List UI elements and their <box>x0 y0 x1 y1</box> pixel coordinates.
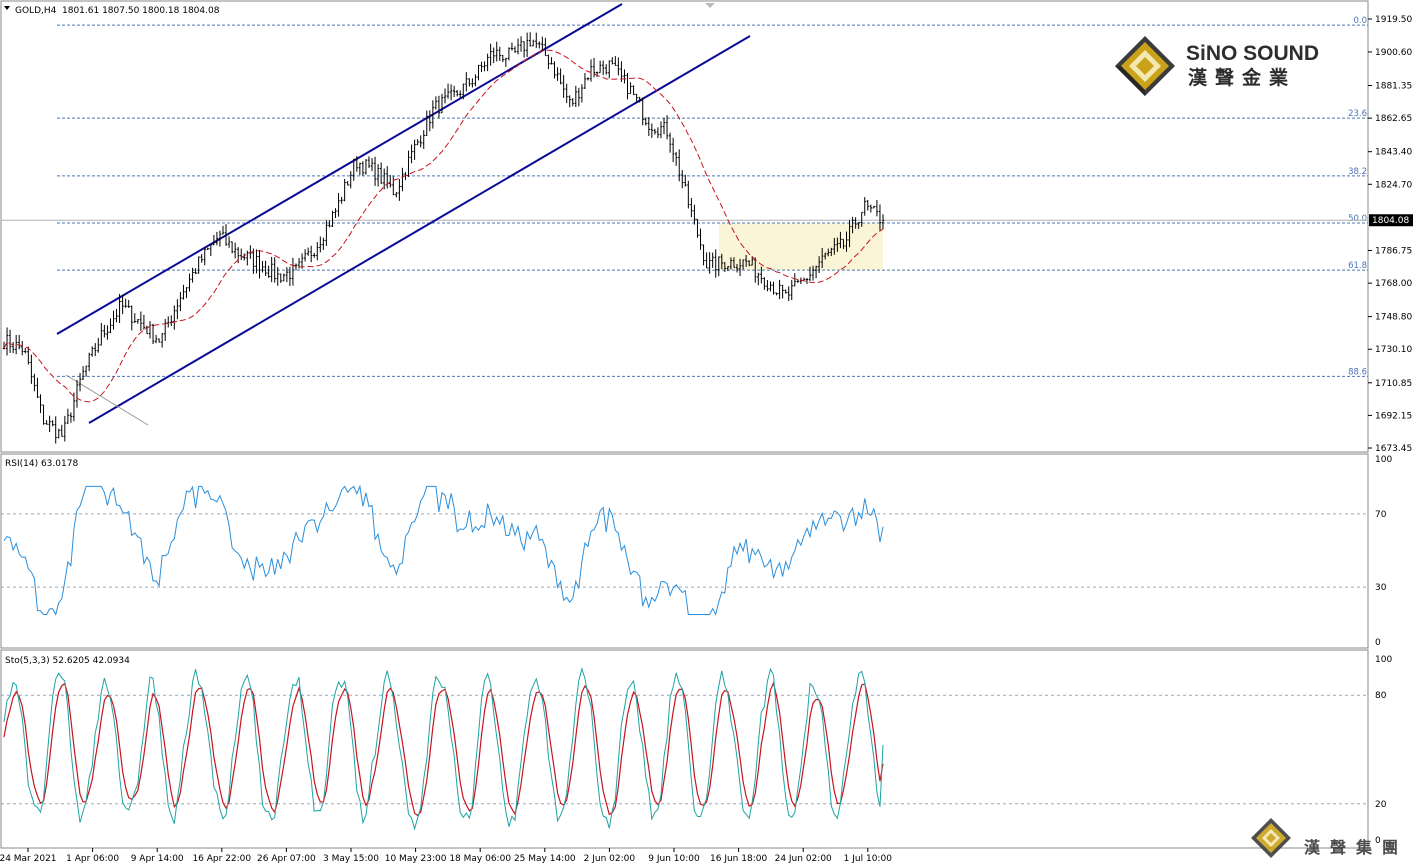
sto-pane-frame <box>0 649 1369 849</box>
time-tick-label: 1 Apr 06:00 <box>66 854 119 864</box>
sto-label: Sto(5,3,3) 52.6205 42.0934 <box>5 656 130 666</box>
channel-upper-line <box>56 3 623 335</box>
sto-levels <box>1 694 1368 805</box>
price-tick-label: 1824.70 <box>1375 180 1412 190</box>
rsi-line <box>3 484 884 616</box>
brand-name-en: SiNO SOUND <box>1186 42 1319 65</box>
fibonacci-levels: 0.0 23.6 38.2 50.0 61.8 88.6 <box>57 16 1368 377</box>
sto-axis: 10080200 <box>1375 655 1392 846</box>
time-tick-label: 2 Jun 02:00 <box>584 854 636 864</box>
brand-name-zh: 漢聲金業 <box>1188 66 1296 89</box>
price-tick-label: 1730.10 <box>1375 345 1412 355</box>
svg-text:1804.08: 1804.08 <box>1372 216 1409 226</box>
time-tick-label: 10 May 23:00 <box>385 854 447 864</box>
time-tick-label: 16 Jun 18:00 <box>710 854 767 864</box>
price-tick-label: 1673.45 <box>1375 444 1412 454</box>
rsi-pane-frame <box>0 453 1369 649</box>
price-tick-label: 1768.00 <box>1375 279 1412 289</box>
time-tick-label: 26 Apr 07:00 <box>257 854 316 864</box>
fib-level-label: 23.6 <box>1348 109 1367 119</box>
rsi-tick-label: 30 <box>1375 583 1387 593</box>
time-tick-label: 16 Apr 22:00 <box>192 854 251 864</box>
price-tick-label: 1786.75 <box>1375 246 1412 256</box>
time-tick-label: 25 May 14:00 <box>514 854 576 864</box>
trend-line-minor <box>65 374 149 426</box>
current-price-tag: 1804.08 <box>1369 214 1413 227</box>
time-tick-label: 18 May 06:00 <box>449 854 511 864</box>
brand-watermark: 漢聲集團 <box>1251 818 1408 858</box>
rsi-label: RSI(14) 63.0178 <box>5 459 78 469</box>
rsi-tick-label: 100 <box>1375 455 1392 465</box>
watermark-text-zh: 漢聲集團 <box>1304 838 1408 857</box>
channel-lower-line <box>88 35 751 424</box>
rsi-axis: 100 70 30 0 <box>1375 455 1392 648</box>
diamond-emblem-icon <box>1115 36 1175 96</box>
time-tick-label: 3 May 15:00 <box>323 854 379 864</box>
sto-signal-line <box>3 681 884 817</box>
time-tick-label: 1 Jul 10:00 <box>844 854 893 864</box>
rsi-tick-label: 70 <box>1375 510 1387 520</box>
chart-header: GOLD,H4 1801.61 1807.50 1800.18 1804.08 <box>4 6 220 16</box>
fib-level-label: 50.0 <box>1348 214 1367 224</box>
sto-tick-label: 100 <box>1375 655 1392 665</box>
shift-marker-icon[interactable] <box>705 3 715 8</box>
price-tick-label: 1919.50 <box>1375 15 1412 25</box>
price-tick-label: 1748.80 <box>1375 313 1412 323</box>
price-tick-label: 1881.35 <box>1375 82 1412 92</box>
time-axis[interactable]: 24 Mar 2021 1 Apr 06:00 9 Apr 14:00 16 Apr … <box>0 848 892 864</box>
fib-level-label: 61.8 <box>1348 261 1367 271</box>
rsi-tick-label: 0 <box>1375 638 1381 648</box>
time-tick-label: 24 Jun 02:00 <box>775 854 832 864</box>
triangle-down-icon[interactable] <box>4 6 10 10</box>
diamond-emblem-icon <box>1251 818 1291 858</box>
price-tick-label: 1710.85 <box>1375 379 1412 389</box>
price-tick-label: 1692.15 <box>1375 411 1412 421</box>
time-tick-label: 9 Apr 14:00 <box>131 854 184 864</box>
sto-tick-label: 20 <box>1375 800 1387 810</box>
symbol-label: GOLD,H4 <box>15 6 57 16</box>
price-tick-label: 1862.65 <box>1375 114 1412 124</box>
fib-level-label: 0.0 <box>1353 16 1367 26</box>
price-axis[interactable]: 1919.50 1900.60 1881.35 1862.65 1843.40 1824.… <box>1368 15 1412 454</box>
fib-level-label: 38.2 <box>1348 167 1367 177</box>
price-tick-label: 1900.60 <box>1375 48 1412 58</box>
trend-channel <box>56 3 751 426</box>
brand-logo: SiNO SOUND 漢聲金業 <box>1115 36 1319 96</box>
rsi-levels <box>1 513 1368 588</box>
gold-h4-chart[interactable]: 0.0 23.6 38.2 50.0 61.8 88.6 1919.50 1900.60 18… <box>0 0 1413 867</box>
sto-tick-label: 80 <box>1375 691 1387 701</box>
price-tick-label: 1843.40 <box>1375 148 1412 158</box>
time-tick-label: 24 Mar 2021 <box>0 854 57 864</box>
fib-level-label: 88.6 <box>1348 367 1367 377</box>
ohlc-values: 1801.61 1807.50 1800.18 1804.08 <box>62 6 220 16</box>
time-tick-label: 9 Jun 10:00 <box>648 854 700 864</box>
